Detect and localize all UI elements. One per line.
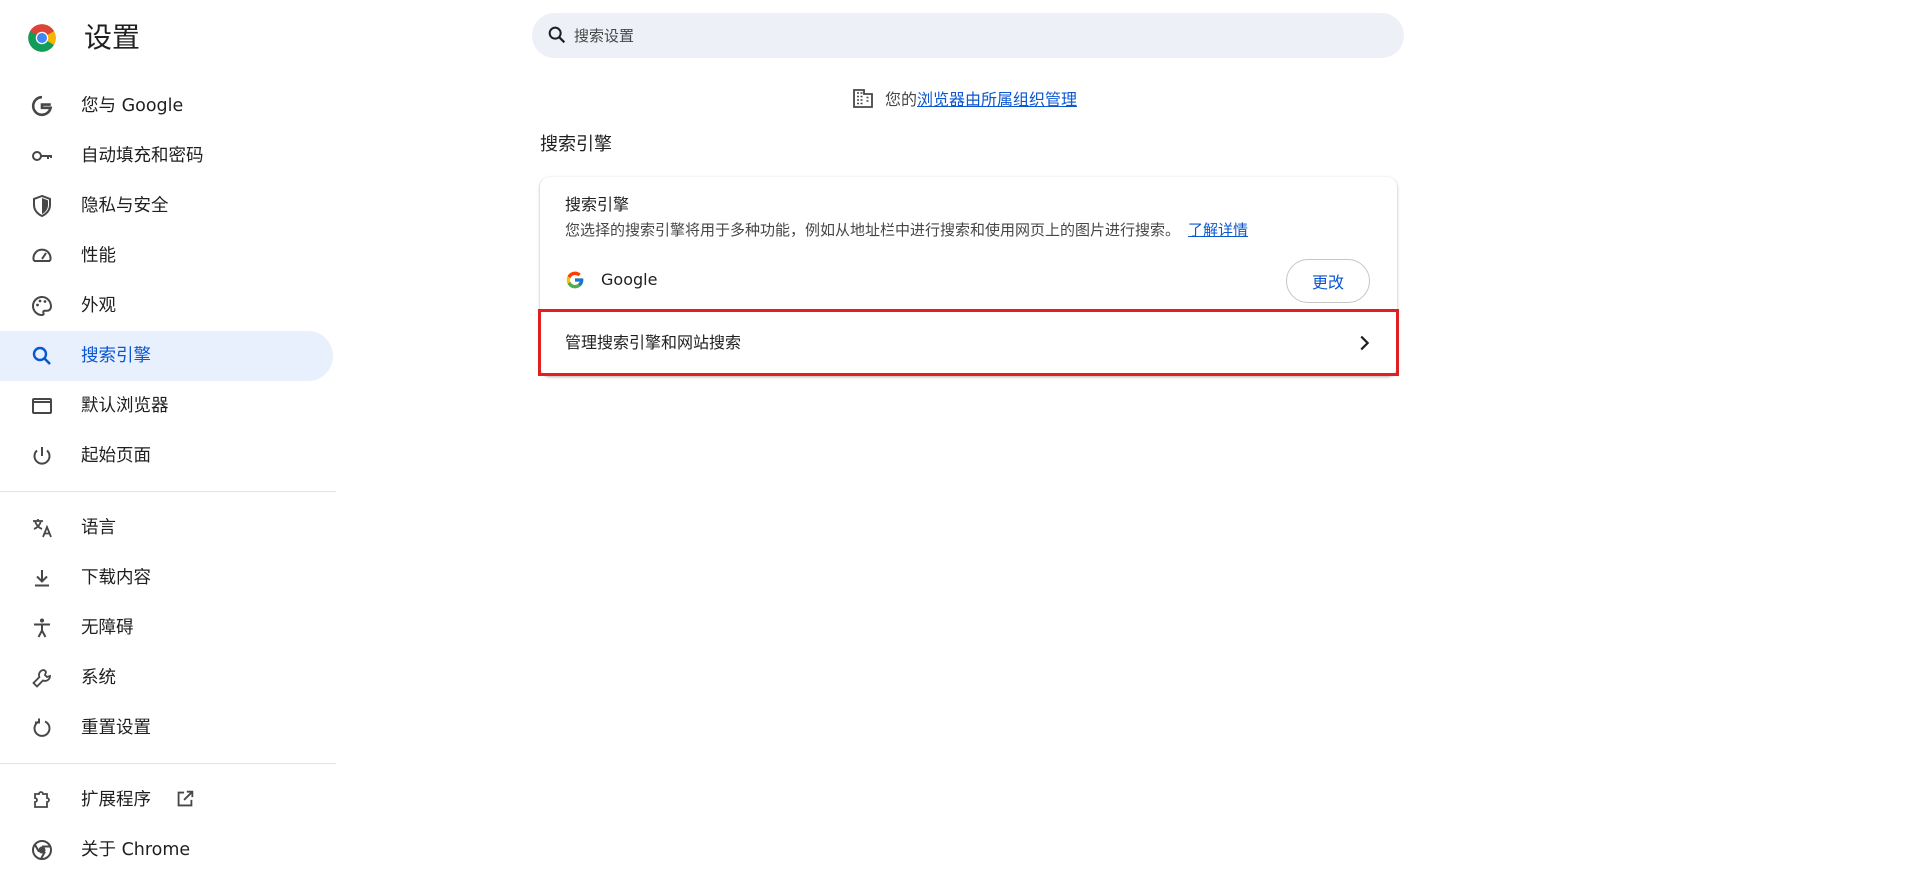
chrome-logo-icon: [28, 24, 56, 52]
learn-more-link[interactable]: 了解详情: [1188, 221, 1248, 239]
sidebar-item-label: 扩展程序: [81, 790, 151, 810]
power-icon: [30, 444, 54, 468]
card-description-text: 您选择的搜索引擎将用于多种功能，例如从地址栏中进行搜索和使用网页上的图片进行搜索…: [565, 221, 1181, 239]
shield-icon: [30, 194, 54, 218]
sidebar-item-appearance[interactable]: 外观: [0, 281, 333, 331]
managed-notice-prefix: 您的: [885, 90, 918, 109]
search-icon: [30, 344, 54, 368]
chrome-icon: [30, 838, 54, 862]
google-logo-icon: [566, 271, 584, 289]
manage-search-engines-row[interactable]: 管理搜索引擎和网站搜索: [538, 309, 1399, 376]
sidebar-item-label: 外观: [81, 296, 116, 316]
sidebar-item-about-chrome[interactable]: 关于 Chrome: [0, 825, 333, 875]
google-g-icon: [30, 94, 54, 118]
card-title: 搜索引擎: [565, 195, 630, 214]
brand: 设置: [27, 18, 140, 58]
settings-page: 设置 您与 Google 自动填充和密码 隐私与安全 性能 外观 搜索引擎 默认…: [0, 0, 1920, 879]
sidebar-item-label: 隐私与安全: [81, 196, 169, 216]
sidebar-item-downloads[interactable]: 下载内容: [0, 553, 333, 603]
sidebar: 设置 您与 Google 自动填充和密码 隐私与安全 性能 外观 搜索引擎 默认…: [0, 0, 336, 879]
sidebar-item-system[interactable]: 系统: [0, 653, 333, 703]
change-button[interactable]: 更改: [1286, 259, 1370, 303]
sidebar-item-label: 默认浏览器: [81, 396, 169, 416]
puzzle-icon: [30, 788, 54, 812]
sidebar-item-label: 起始页面: [81, 446, 151, 466]
speedometer-icon: [30, 244, 54, 268]
managed-notice: 您的 浏览器由所属组织管理: [851, 86, 1077, 110]
download-icon: [30, 566, 54, 590]
browser-window-icon: [30, 394, 54, 418]
manage-search-engines-label: 管理搜索引擎和网站搜索: [565, 333, 742, 352]
sidebar-item-label: 自动填充和密码: [81, 146, 204, 166]
search-icon: [548, 26, 566, 44]
sidebar-item-reset[interactable]: 重置设置: [0, 703, 333, 753]
current-engine-row: Google 更改: [540, 255, 1397, 307]
sidebar-divider: [0, 491, 336, 492]
sidebar-item-label: 重置设置: [81, 718, 151, 738]
sidebar-item-label: 关于 Chrome: [81, 840, 191, 860]
reset-icon: [30, 716, 54, 740]
sidebar-divider: [0, 763, 336, 764]
sidebar-item-label: 无障碍: [81, 618, 134, 638]
sidebar-item-languages[interactable]: 语言: [0, 503, 333, 553]
sidebar-item-you-and-google[interactable]: 您与 Google: [0, 81, 333, 131]
managed-notice-link[interactable]: 浏览器由所属组织管理: [917, 86, 1077, 110]
sidebar-item-default-browser[interactable]: 默认浏览器: [0, 381, 333, 431]
sidebar-item-privacy[interactable]: 隐私与安全: [0, 181, 333, 231]
key-icon: [30, 144, 54, 168]
sidebar-item-search-engine[interactable]: 搜索引擎: [0, 331, 333, 381]
sidebar-item-label: 下载内容: [81, 568, 151, 588]
sidebar-item-accessibility[interactable]: 无障碍: [0, 603, 333, 653]
current-engine-name: Google: [601, 270, 658, 289]
search-input[interactable]: [574, 13, 1374, 58]
translate-icon: [30, 516, 54, 540]
sidebar-item-label: 搜索引擎: [81, 346, 151, 366]
chevron-right-icon: [1360, 335, 1370, 351]
building-icon: [853, 89, 873, 108]
sidebar-item-extensions[interactable]: 扩展程序: [0, 775, 333, 825]
section-title: 搜索引擎: [540, 134, 612, 155]
page-title: 设置: [84, 21, 141, 54]
sidebar-item-performance[interactable]: 性能: [0, 231, 333, 281]
sidebar-item-label: 系统: [81, 668, 116, 688]
palette-icon: [30, 294, 54, 318]
sidebar-item-startup[interactable]: 起始页面: [0, 431, 333, 481]
card-description: 您选择的搜索引擎将用于多种功能，例如从地址栏中进行搜索和使用网页上的图片进行搜索…: [565, 219, 1248, 241]
search-box[interactable]: [532, 13, 1404, 58]
sidebar-item-label: 性能: [81, 246, 116, 266]
sidebar-item-label: 您与 Google: [81, 96, 184, 116]
sidebar-item-label: 语言: [81, 518, 116, 538]
wrench-icon: [30, 666, 54, 690]
sidebar-item-autofill[interactable]: 自动填充和密码: [0, 131, 333, 181]
accessibility-icon: [30, 616, 54, 640]
open-in-new-icon: [177, 790, 194, 807]
